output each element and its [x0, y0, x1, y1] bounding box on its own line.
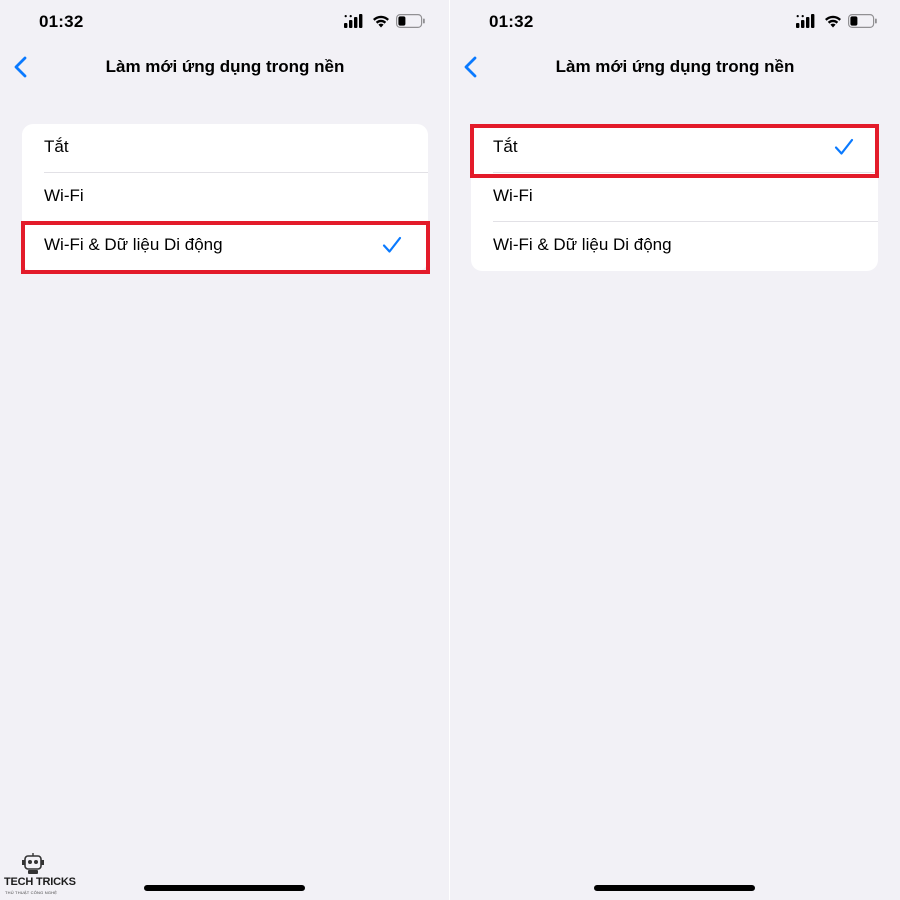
screen-right: 01:32 Làm mới ứng dụng trong nền Tắt Wi-…: [450, 0, 900, 900]
option-label: Wi-Fi: [493, 186, 533, 205]
watermark-title: TECH TRICKS: [4, 876, 76, 888]
watermark-subtitle: THỦ THUẬT CÔNG NGHỆ: [5, 890, 58, 895]
option-label: Tắt: [44, 137, 69, 156]
wifi-icon: [372, 14, 390, 33]
status-bar: 01:32: [450, 0, 900, 45]
status-bar: 01:32: [0, 0, 450, 45]
option-label: Wi-Fi & Dữ liệu Di động: [44, 235, 223, 254]
option-label: Wi-Fi & Dữ liệu Di động: [493, 235, 672, 254]
battery-icon: [396, 14, 426, 33]
status-time: 01:32: [489, 12, 534, 31]
options-list: Tắt Wi-Fi Wi-Fi & Dữ liệu Di động: [22, 124, 428, 271]
page-title: Làm mới ứng dụng trong nền: [105, 57, 345, 76]
option-wifi[interactable]: Wi-Fi: [471, 173, 878, 222]
nav-bar: Làm mới ứng dụng trong nền: [450, 45, 900, 89]
checkmark-icon: [834, 138, 854, 161]
screen-left: 01:32 Làm mới ứng dụng trong nền Tắt Wi-…: [0, 0, 450, 900]
option-label: Tắt: [493, 137, 518, 156]
back-button[interactable]: [458, 51, 490, 83]
home-indicator[interactable]: [594, 885, 755, 891]
cellular-signal-icon: [344, 14, 364, 33]
watermark-logo: TECH TRICKS THỦ THUẬT CÔNG NGHỆ: [4, 852, 76, 898]
option-off[interactable]: Tắt: [22, 124, 428, 173]
option-label: Wi-Fi: [44, 186, 84, 205]
nav-bar: Làm mới ứng dụng trong nền: [0, 45, 450, 89]
battery-icon: [848, 14, 878, 33]
option-wifi-cellular[interactable]: Wi-Fi & Dữ liệu Di động: [22, 222, 428, 271]
option-wifi[interactable]: Wi-Fi: [22, 173, 428, 222]
chevron-left-icon: [8, 56, 40, 87]
page-title: Làm mới ứng dụng trong nền: [555, 57, 795, 76]
chevron-left-icon: [458, 56, 490, 87]
wifi-icon: [824, 14, 842, 33]
checkmark-icon: [382, 236, 402, 259]
back-button[interactable]: [8, 51, 40, 83]
option-off[interactable]: Tắt: [471, 124, 878, 173]
home-indicator[interactable]: [144, 885, 305, 891]
status-time: 01:32: [39, 12, 84, 31]
cellular-signal-icon: [796, 14, 816, 33]
option-wifi-cellular[interactable]: Wi-Fi & Dữ liệu Di động: [471, 222, 878, 271]
options-list: Tắt Wi-Fi Wi-Fi & Dữ liệu Di động: [471, 124, 878, 271]
